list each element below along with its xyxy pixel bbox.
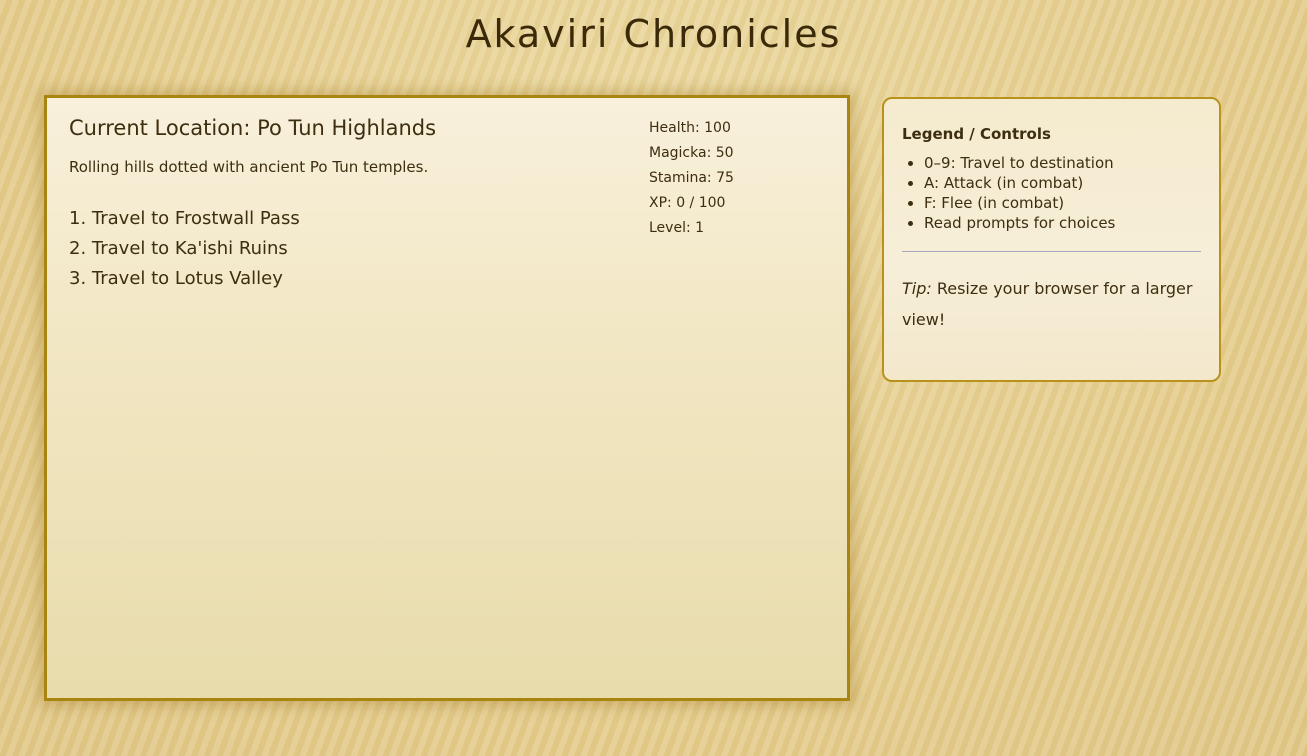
magicka-stat: Magicka: 50: [649, 145, 734, 161]
game-title: Akaviri Chronicles: [465, 12, 842, 56]
destination-option-2[interactable]: 2. Travel to Ka'ishi Ruins: [69, 234, 300, 264]
control-item-attack: A: Attack (in combat): [924, 173, 1115, 193]
legend-divider: [902, 251, 1201, 252]
stamina-stat: Stamina: 75: [649, 170, 734, 186]
tip-text: Tip: Resize your browser for a larger vi…: [902, 273, 1202, 335]
destination-list: 1. Travel to Frostwall Pass 2. Travel to…: [69, 204, 300, 294]
legend-panel: Legend / Controls 0–9: Travel to destina…: [882, 97, 1221, 382]
tip-body: Resize your browser for a larger view!: [902, 279, 1193, 329]
destination-option-3[interactable]: 3. Travel to Lotus Valley: [69, 264, 300, 294]
control-item-travel: 0–9: Travel to destination: [924, 153, 1115, 173]
destination-option-1[interactable]: 1. Travel to Frostwall Pass: [69, 204, 300, 234]
control-item-prompts: Read prompts for choices: [924, 213, 1115, 233]
level-stat: Level: 1: [649, 220, 705, 236]
health-stat: Health: 100: [649, 120, 731, 136]
control-item-flee: F: Flee (in combat): [924, 193, 1115, 213]
location-title: Current Location: Po Tun Highlands: [69, 116, 437, 140]
game-output-panel: Current Location: Po Tun Highlands Rolli…: [44, 95, 850, 701]
player-stats: Health: 100 Magicka: 50 Stamina: 75 XP: …: [649, 116, 734, 241]
legend-title: Legend / Controls: [902, 125, 1051, 143]
xp-stat: XP: 0 / 100: [649, 195, 726, 211]
controls-list: 0–9: Travel to destination A: Attack (in…: [902, 153, 1115, 233]
tip-label: Tip:: [902, 279, 932, 298]
location-description: Rolling hills dotted with ancient Po Tun…: [69, 158, 429, 176]
